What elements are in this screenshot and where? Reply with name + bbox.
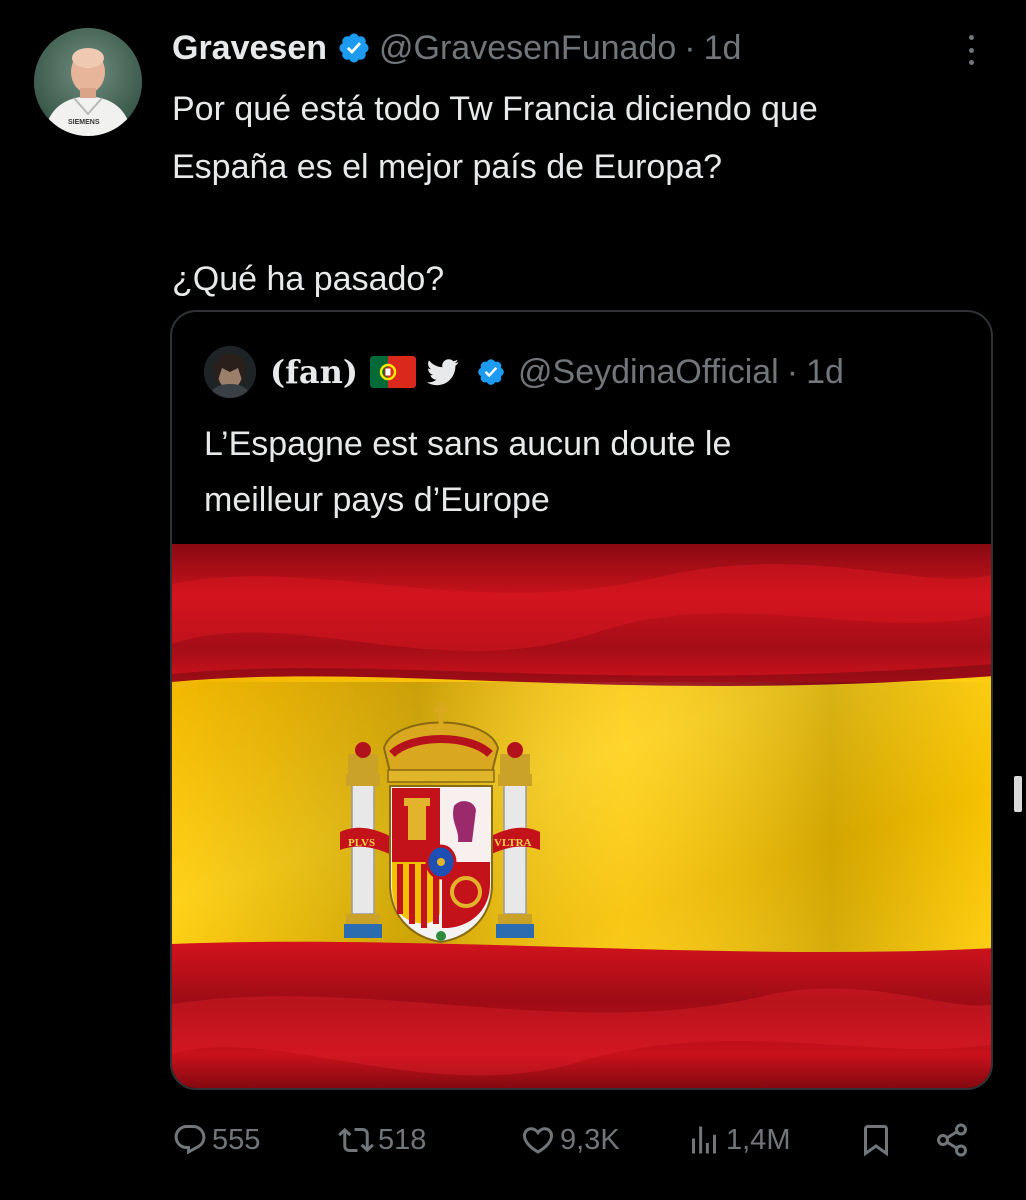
verified-badge-icon [337, 31, 371, 65]
reply-button[interactable]: 555 [172, 1112, 260, 1168]
retweet-icon [338, 1127, 374, 1153]
motto-right: VLTRA [494, 837, 532, 849]
quoted-text-line: L’Espagne est sans aucun doute le [204, 425, 732, 463]
quoted-header-separator: · [786, 352, 799, 391]
header-separator: · [684, 28, 696, 67]
reply-count: 555 [212, 1123, 261, 1156]
reply-icon [174, 1125, 206, 1155]
share-button[interactable] [934, 1112, 974, 1168]
quoted-tweet-card[interactable]: (fan) @SeydinaOfficial · 1d L’Espagne es… [170, 310, 993, 1090]
quoted-author-handle[interactable]: @SeydinaOfficial [518, 353, 779, 392]
views-chart-icon [692, 1126, 716, 1154]
quoted-verified-badge-icon [476, 357, 506, 387]
views-button[interactable]: 1,4M [686, 1112, 790, 1168]
quoted-author-display-name[interactable]: (fan) [270, 353, 358, 391]
bookmark-button[interactable] [858, 1112, 898, 1168]
portugal-flag-emoji [370, 356, 417, 388]
avatar-image: SIEMENS [34, 28, 142, 136]
tweet-action-bar: 555 518 9,3K 1,4M [172, 1112, 982, 1168]
tweet-timestamp[interactable]: 1d [704, 29, 742, 68]
like-count: 9,3K [560, 1123, 620, 1156]
quoted-tweet-text: L’Espagne est sans aucun doute le meille… [204, 416, 964, 528]
avatar-sponsor-text: SIEMENS [68, 119, 100, 126]
tweet-header: Gravesen @GravesenFunado · 1d [172, 24, 741, 72]
tweet-text-line: España es el mejor país de Europa? [172, 148, 723, 186]
quoted-author-avatar[interactable] [204, 346, 256, 398]
author-handle[interactable]: @GravesenFunado [379, 29, 676, 68]
retweet-count: 518 [378, 1123, 427, 1156]
quoted-tweet-media-spain-flag[interactable]: PLVS VLTRA [172, 544, 991, 1088]
scrollbar-thumb[interactable] [1014, 776, 1022, 812]
author-avatar[interactable]: SIEMENS [34, 28, 142, 136]
more-options-icon[interactable] [956, 30, 986, 70]
spain-flag-image: PLVS VLTRA [172, 544, 991, 1088]
views-count: 1,4M [726, 1123, 791, 1156]
share-icon [937, 1123, 967, 1157]
tweet[interactable]: SIEMENS Gravesen @GravesenFunado · 1d Po… [0, 0, 1026, 1200]
tweet-text-line: ¿Qué ha pasado? [172, 260, 445, 298]
bookmark-icon [864, 1125, 888, 1157]
tweet-text-line: Por qué está todo Tw Francia diciendo qu… [172, 90, 818, 128]
heart-icon [522, 1127, 554, 1154]
quoted-tweet-header: (fan) @SeydinaOfficial · 1d [204, 346, 844, 398]
quoted-text-line: meilleur pays d’Europe [204, 481, 550, 519]
twitter-bird-emoji [424, 356, 462, 388]
tweet-text: Por qué está todo Tw Francia diciendo qu… [172, 80, 992, 308]
author-display-name[interactable]: Gravesen [172, 29, 327, 68]
quoted-tweet-timestamp[interactable]: 1d [806, 353, 844, 392]
like-button[interactable]: 9,3K [520, 1112, 620, 1168]
retweet-button[interactable]: 518 [338, 1112, 426, 1168]
motto-left: PLVS [348, 837, 375, 849]
